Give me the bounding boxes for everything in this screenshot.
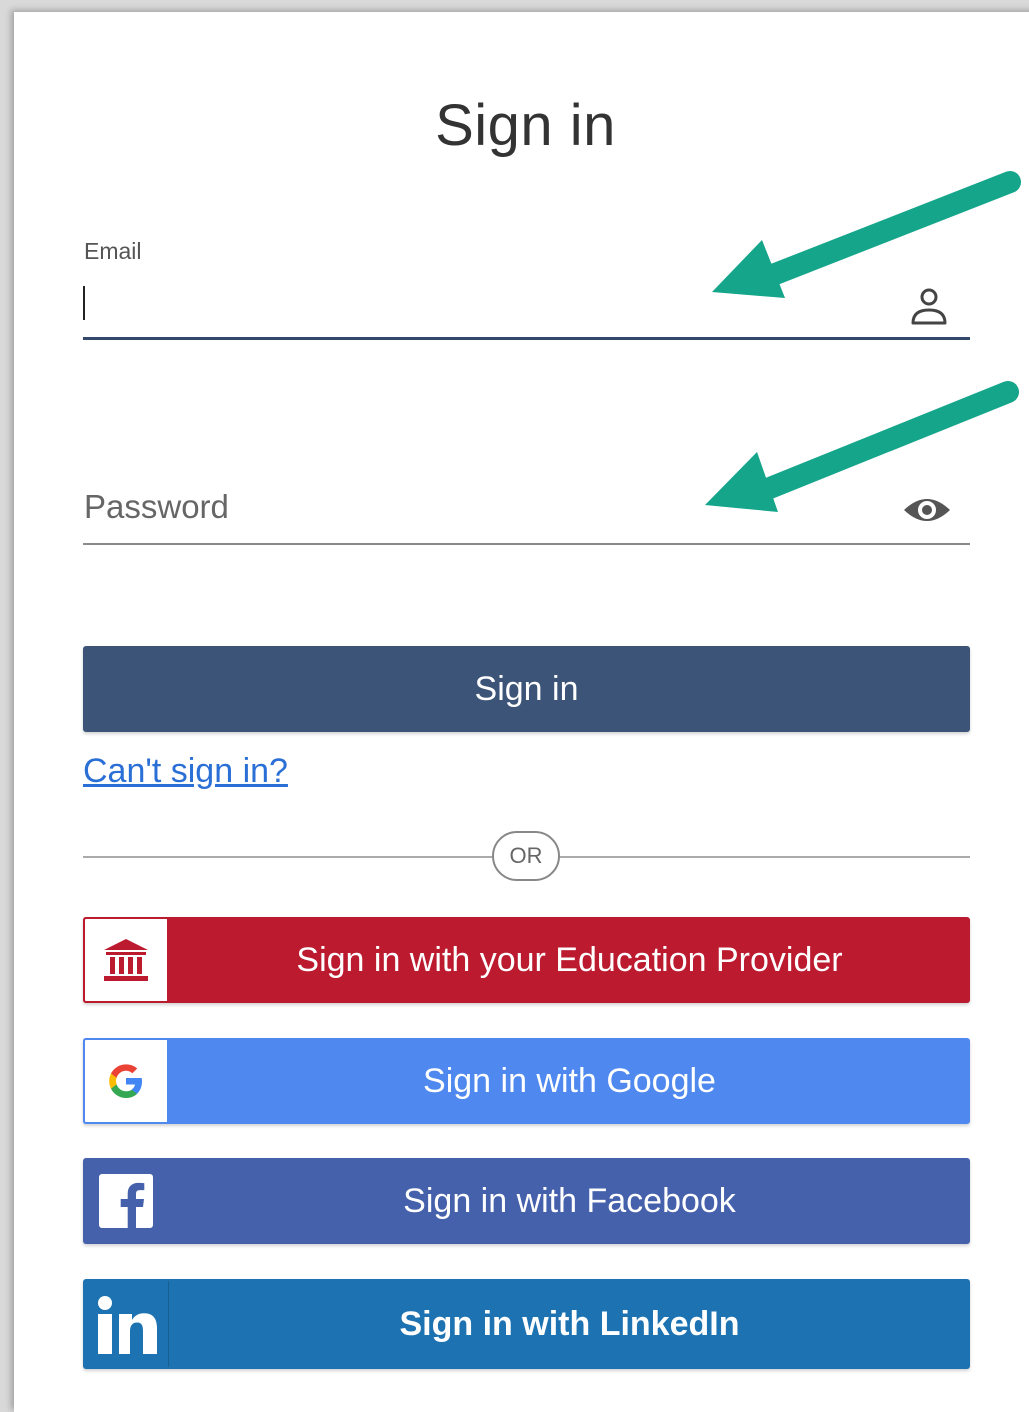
google-logo-icon: [83, 1038, 169, 1124]
text-caret: [83, 286, 85, 320]
linkedin-logo-icon: [83, 1281, 169, 1367]
email-field[interactable]: [83, 268, 970, 340]
password-input[interactable]: [83, 478, 883, 543]
google-signin-button[interactable]: Sign in with Google: [83, 1038, 970, 1124]
email-label: Email: [84, 238, 142, 264]
signin-button[interactable]: Sign in: [83, 646, 970, 732]
page-title: Sign in: [435, 93, 616, 158]
cant-signin-link[interactable]: Can't sign in?: [83, 752, 288, 791]
linkedin-signin-label: Sign in with LinkedIn: [399, 1304, 740, 1343]
education-provider-label: Sign in with your Education Provider: [296, 940, 843, 979]
user-icon: [910, 286, 948, 331]
facebook-logo-icon: [83, 1158, 169, 1244]
education-provider-button[interactable]: Sign in with your Education Provider: [83, 917, 970, 1003]
or-divider: OR: [492, 831, 560, 881]
institution-icon: [83, 917, 169, 1003]
facebook-signin-label: Sign in with Facebook: [403, 1181, 736, 1220]
google-signin-label: Sign in with Google: [423, 1061, 716, 1100]
email-input[interactable]: [83, 268, 883, 337]
password-field[interactable]: Password: [83, 478, 970, 545]
eye-icon[interactable]: [902, 492, 952, 533]
linkedin-signin-button[interactable]: Sign in with LinkedIn: [83, 1279, 970, 1369]
facebook-signin-button[interactable]: Sign in with Facebook: [83, 1158, 970, 1244]
